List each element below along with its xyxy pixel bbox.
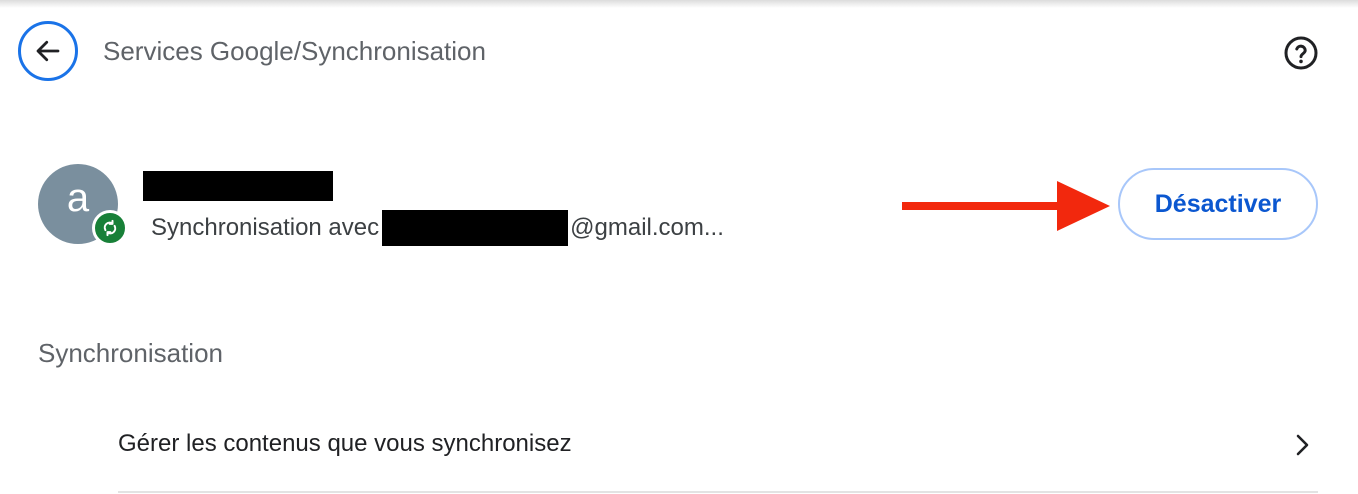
- help-circle-icon: [1284, 36, 1318, 70]
- arrow-back-icon: [36, 40, 60, 62]
- chevron-right-icon: [1296, 434, 1309, 456]
- page-title: Services Google/Synchronisation: [103, 36, 486, 66]
- divider: [118, 491, 1318, 493]
- redacted-account-name: [143, 171, 333, 201]
- back-button[interactable]: [18, 21, 78, 81]
- help-button[interactable]: [1282, 34, 1320, 72]
- redacted-email: [382, 210, 569, 246]
- manage-sync-label: Gérer les contenus que vous synchronisez: [118, 430, 572, 457]
- deactivate-button[interactable]: Désactiver: [1118, 168, 1318, 240]
- manage-sync-row[interactable]: Gérer les contenus que vous synchronisez: [118, 400, 1318, 490]
- section-title-sync: Synchronisation: [38, 338, 223, 368]
- sync-status-prefix: Synchronisation avec: [151, 214, 380, 241]
- sync-icon: [103, 219, 117, 237]
- sync-status-suffix: @gmail.com...: [570, 214, 724, 241]
- sync-status: Synchronisation avec @gmail.com...: [151, 210, 724, 246]
- top-shadow: [0, 0, 1358, 8]
- sync-badge: [92, 210, 128, 246]
- red-arrow-annotation: [902, 181, 1110, 231]
